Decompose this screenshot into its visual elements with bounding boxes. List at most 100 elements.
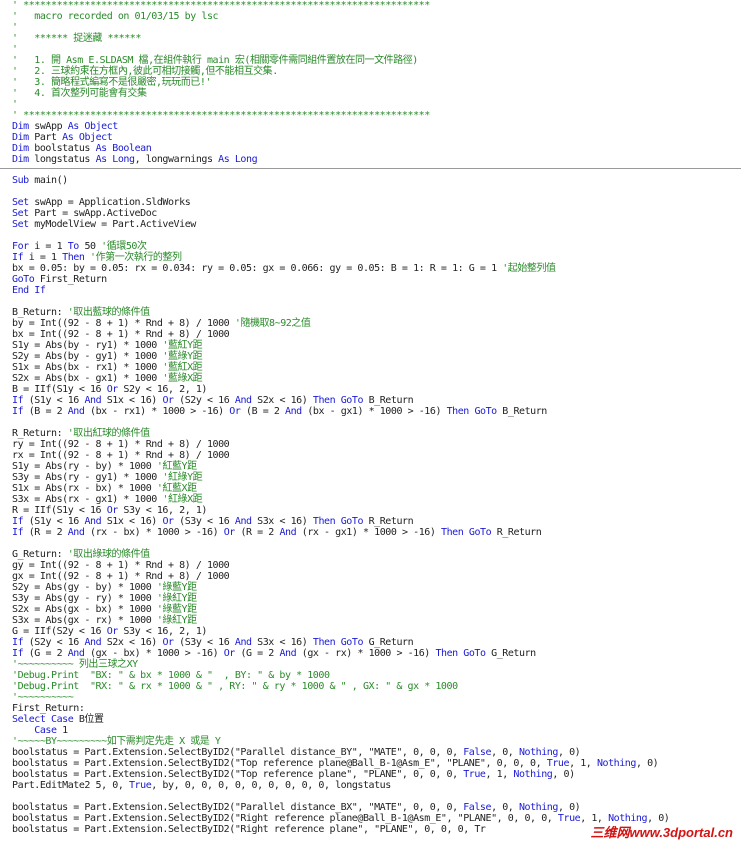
code-line[interactable]: S3y = Abs(gy - ry) * 1000 '綠紅Y距: [0, 593, 741, 604]
code-line[interactable]: Dim boolstatus As Boolean: [0, 143, 741, 154]
code-line[interactable]: If (S2y < 16 And S2x < 16) Or (S3y < 16 …: [0, 637, 741, 648]
code-text: boolstatus = Part.Extension.SelectByID2(…: [12, 769, 464, 780]
code-line[interactable]: [0, 538, 741, 549]
code-line[interactable]: S1x = Abs(bx - rx1) * 1000 '藍紅X距: [0, 362, 741, 373]
code-line[interactable]: by = Int((92 - 8 + 1) * Rnd + 8) / 1000 …: [0, 318, 741, 329]
code-line[interactable]: Part.EditMate2 5, 0, True, by, 0, 0, 0, …: [0, 780, 741, 791]
code-line[interactable]: S2x = Abs(gx - bx) * 1000 '綠藍Y距: [0, 604, 741, 615]
code-line[interactable]: If i = 1 Then '作第一次執行的整列: [0, 252, 741, 263]
code-line[interactable]: S2y = Abs(gy - by) * 1000 '綠藍Y距: [0, 582, 741, 593]
code-line[interactable]: '~~~~~~~~~~: [0, 692, 741, 703]
code-line[interactable]: S3x = Abs(gx - rx) * 1000 '綠紅Y距: [0, 615, 741, 626]
code-line[interactable]: S3x = Abs(rx - gx1) * 1000 '紅綠X距: [0, 494, 741, 505]
code-comment: ': [12, 99, 18, 110]
code-line[interactable]: First_Return:: [0, 703, 741, 714]
code-comment: '藍綠X距: [162, 373, 203, 384]
code-line[interactable]: [0, 186, 741, 197]
code-line[interactable]: 'Debug.Print "BX: " & bx * 1000 & " , BY…: [0, 670, 741, 681]
code-line[interactable]: S1y = Abs(ry - by) * 1000 '紅藍Y距: [0, 461, 741, 472]
code-comment: ' **************************************…: [12, 110, 430, 121]
pane-splitter[interactable]: [0, 164, 741, 175]
code-line[interactable]: ' 2. 三球約束在方框內,彼此可相切接觸,但不能相互交集.: [0, 66, 741, 77]
code-comment: '~~~~~BY~~~~~~~~~如下需判定先走 X 或是 Y: [12, 736, 221, 747]
code-text: Part = swApp.ActiveDoc: [28, 208, 157, 219]
code-line[interactable]: [0, 417, 741, 428]
code-keyword: Then GoTo: [312, 516, 364, 527]
code-line[interactable]: ' 3. 簡略程式編寫不是很嚴密,玩玩而已!': [0, 77, 741, 88]
code-line[interactable]: ': [0, 22, 741, 33]
code-comment: ' 4. 首次整列可能會有交集: [12, 88, 147, 99]
code-keyword: Sub: [12, 175, 29, 186]
code-line[interactable]: If (B = 2 And (bx - rx1) * 1000 > -16) O…: [0, 406, 741, 417]
code-line[interactable]: Dim Part As Object: [0, 132, 741, 143]
code-line[interactable]: bx = 0.05: by = 0.05: rx = 0.034: ry = 0…: [0, 263, 741, 274]
code-line[interactable]: boolstatus = Part.Extension.SelectByID2(…: [0, 758, 741, 769]
code-line[interactable]: ': [0, 44, 741, 55]
code-keyword: Or: [223, 527, 236, 538]
code-line[interactable]: S2y = Abs(by - gy1) * 1000 '藍綠Y距: [0, 351, 741, 362]
code-line[interactable]: ' **************************************…: [0, 110, 741, 121]
code-line[interactable]: ' 4. 首次整列可能會有交集: [0, 88, 741, 99]
code-keyword: For: [12, 241, 29, 252]
code-line[interactable]: rx = Int((92 - 8 + 1) * Rnd + 8) / 1000: [0, 450, 741, 461]
code-line[interactable]: Set swApp = Application.SldWorks: [0, 197, 741, 208]
code-line[interactable]: B = IIf(S1y < 16 Or S2y < 16, 2, 1): [0, 384, 741, 395]
code-line[interactable]: Dim longstatus As Long, longwarnings As …: [0, 154, 741, 164]
code-line[interactable]: If (R = 2 And (rx - bx) * 1000 > -16) Or…: [0, 527, 741, 538]
code-line[interactable]: boolstatus = Part.Extension.SelectByID2(…: [0, 769, 741, 780]
procedure-code-pane[interactable]: Sub main() Set swApp = Application.SldWor…: [0, 175, 741, 844]
code-line[interactable]: ' **************************************…: [0, 0, 741, 11]
code-line[interactable]: S3y = Abs(ry - gy1) * 1000 '紅綠Y距: [0, 472, 741, 483]
code-text: B_Return: [496, 406, 547, 417]
code-line[interactable]: boolstatus = Part.Extension.SelectByID2(…: [0, 802, 741, 813]
code-text: S2x < 16): [101, 637, 163, 648]
code-line[interactable]: boolstatus = Part.Extension.SelectByID2(…: [0, 813, 741, 824]
code-line[interactable]: GoTo First_Return: [0, 274, 741, 285]
code-line[interactable]: Sub main(): [0, 175, 741, 186]
code-line[interactable]: G_Return: '取出綠球的條件值: [0, 549, 741, 560]
code-text: boolstatus = Part.Extension.SelectByID2(…: [12, 824, 486, 835]
code-line[interactable]: gx = Int((92 - 8 + 1) * Rnd + 8) / 1000: [0, 571, 741, 582]
code-line[interactable]: bx = Int((92 - 8 + 1) * Rnd + 8) / 1000: [0, 329, 741, 340]
code-keyword: Or: [106, 384, 119, 395]
code-keyword: Or: [162, 637, 174, 648]
code-line[interactable]: ' ****** 捉迷藏 ******: [0, 33, 741, 44]
code-keyword: And: [234, 637, 252, 648]
code-text: S3y < 16, 2, 1): [117, 626, 207, 637]
code-line[interactable]: [0, 791, 741, 802]
code-line[interactable]: ' 1. 開 Asm_E.SLDASM 檔,在組件執行 main 宏(相關零件需…: [0, 55, 741, 66]
code-line[interactable]: gy = Int((92 - 8 + 1) * Rnd + 8) / 1000: [0, 560, 741, 571]
code-line[interactable]: Dim swApp As Object: [0, 121, 741, 132]
code-line[interactable]: 'Debug.Print "RX: " & rx * 1000 & " , RY…: [0, 681, 741, 692]
code-line[interactable]: '~~~~~BY~~~~~~~~~如下需判定先走 X 或是 Y: [0, 736, 741, 747]
code-line[interactable]: S1x = Abs(rx - bx) * 1000 '紅藍X距: [0, 483, 741, 494]
code-line[interactable]: boolstatus = Part.Extension.SelectByID2(…: [0, 747, 741, 758]
code-keyword: Then GoTo: [435, 648, 486, 659]
code-comment: ': [12, 44, 18, 55]
code-line[interactable]: B_Return: '取出藍球的條件值: [0, 307, 741, 318]
code-line[interactable]: [0, 296, 741, 307]
code-line[interactable]: [0, 230, 741, 241]
code-line[interactable]: Select Case B位置: [0, 714, 741, 725]
code-line[interactable]: R = IIf(S1y < 16 Or S3y < 16, 2, 1): [0, 505, 741, 516]
code-line[interactable]: End If: [0, 285, 741, 296]
code-line[interactable]: G = IIf(S2y < 16 Or S3y < 16, 2, 1): [0, 626, 741, 637]
code-line[interactable]: ry = Int((92 - 8 + 1) * Rnd + 8) / 1000: [0, 439, 741, 450]
code-line[interactable]: Set myModelView = Part.ActiveView: [0, 219, 741, 230]
code-line[interactable]: If (S1y < 16 And S1x < 16) Or (S3y < 16 …: [0, 516, 741, 527]
code-line[interactable]: If (G = 2 And (gx - bx) * 1000 > -16) Or…: [0, 648, 741, 659]
code-line[interactable]: '~~~~~~~~~~ 列出三球之XY: [0, 659, 741, 670]
declarations-code-pane[interactable]: ' **************************************…: [0, 0, 741, 164]
code-line[interactable]: S2x = Abs(bx - gx1) * 1000 '藍綠X距: [0, 373, 741, 384]
code-line[interactable]: S1y = Abs(by - ry1) * 1000 '藍紅Y距: [0, 340, 741, 351]
code-line[interactable]: Case 1: [0, 725, 741, 736]
code-line[interactable]: ': [0, 99, 741, 110]
code-line[interactable]: Set Part = swApp.ActiveDoc: [0, 208, 741, 219]
code-line[interactable]: ' macro recorded on 01/03/15 by lsc: [0, 11, 741, 22]
code-text: ry = Int((92 - 8 + 1) * Rnd + 8) / 1000: [12, 439, 230, 450]
code-line[interactable]: For i = 1 To 50 '循環50次: [0, 241, 741, 252]
code-line[interactable]: If (S1y < 16 And S1x < 16) Or (S2y < 16 …: [0, 395, 741, 406]
code-text: G = IIf(S2y < 16: [12, 626, 107, 637]
code-line[interactable]: R_Return: '取出紅球的條件值: [0, 428, 741, 439]
code-comment: '紅綠X距: [162, 494, 203, 505]
